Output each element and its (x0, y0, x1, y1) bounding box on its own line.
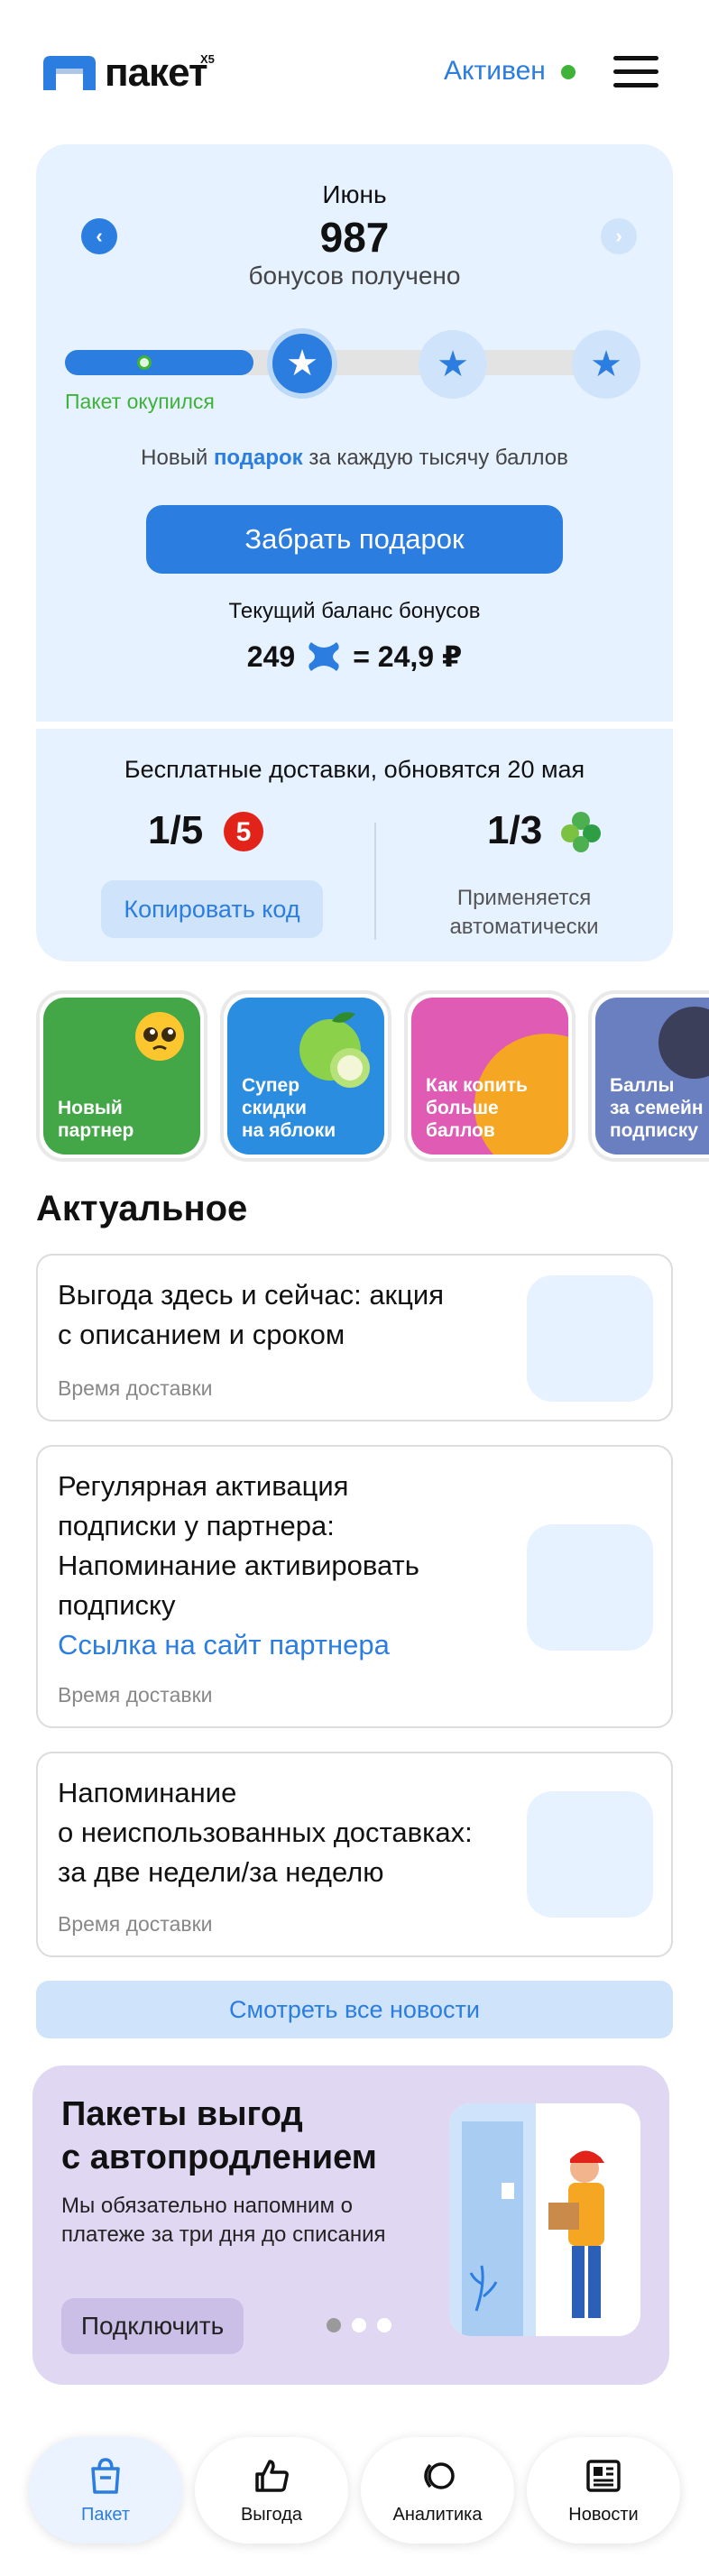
news-thumbnail (527, 1275, 653, 1402)
nav-tab-analytics[interactable]: Аналитика (361, 2437, 514, 2544)
news-card[interactable]: Регулярная активация подписки у партнера:… (36, 1445, 673, 1728)
nav-label: Аналитика (392, 2504, 483, 2525)
story-label: Супер скидки на яблоки (242, 1075, 336, 1141)
svg-text:5: 5 (236, 817, 252, 847)
story-save-more[interactable]: Как копить больше баллов (404, 990, 575, 1162)
courier-illustration (449, 2103, 640, 2336)
news-time: Время доставки (58, 1912, 213, 1936)
perekrestok-delivery: 1/3 Применяется автоматически (375, 801, 673, 954)
bottom-navigation: Пакет Выгода Аналитика Новости (29, 2437, 680, 2544)
shopping-bag-icon (91, 2457, 120, 2494)
bonus-progress-fill (65, 350, 253, 375)
perekrestok-count: 1/3 (487, 808, 543, 852)
subscription-status: Активен (444, 56, 546, 86)
story-new-partner[interactable]: Новый партнер (36, 990, 207, 1162)
status-dot-icon (561, 65, 575, 79)
gift-note-link[interactable]: подарок (214, 446, 303, 470)
claim-gift-button[interactable]: Забрать подарок (146, 505, 563, 574)
paket-logo-mark-icon (43, 56, 96, 90)
nav-label: Новости (568, 2504, 639, 2525)
story-label: Баллы за семейн подписку (610, 1075, 704, 1141)
auto-note-line1: Применяется (456, 886, 592, 910)
story-apple-discounts[interactable]: Супер скидки на яблоки (220, 990, 391, 1162)
promo-banner[interactable]: Пакеты выгод с автопродлением Мы обязател… (32, 2065, 669, 2385)
star-milestone-1-icon: ★ (267, 328, 337, 399)
app-header: пакет X5 Активен (0, 0, 709, 144)
free-delivery-card: Бесплатные доставки, обновятся 20 мая 1/… (36, 729, 673, 961)
news-time: Время доставки (58, 1683, 213, 1707)
delivery-title: Бесплатные доставки, обновятся 20 мая (124, 756, 585, 783)
logo-superscript: X5 (200, 52, 215, 66)
gift-note: Новый подарок за каждую тысячу баллов (36, 446, 673, 471)
story-label: Новый партнер (58, 1098, 134, 1141)
see-all-news-button[interactable]: Смотреть все новости (36, 1981, 673, 2038)
news-text: Регулярная активация подписки у партнера:… (58, 1467, 419, 1665)
connect-button[interactable]: Подключить (61, 2298, 244, 2354)
pagination-dot[interactable] (352, 2318, 366, 2332)
payback-milestone-dot (137, 355, 152, 370)
star-milestone-2-icon: ★ (419, 330, 487, 399)
news-card[interactable]: Напоминание о неиспользованных доставках:… (36, 1752, 673, 1957)
news-thumbnail (527, 1791, 653, 1918)
news-card[interactable]: Выгода здесь и сейчас: акция с описанием … (36, 1254, 673, 1421)
nav-tab-vygoda[interactable]: Выгода (195, 2437, 348, 2544)
app-screen: пакет X5 Активен ‹ › Июнь 987 бонусов по… (0, 0, 709, 2576)
pagination-dot[interactable] (377, 2318, 391, 2332)
nav-label: Пакет (80, 2504, 131, 2525)
story-label: Как копить больше баллов (426, 1075, 528, 1141)
news-thumbnail (527, 1524, 653, 1651)
payback-label: Пакет окупился (65, 390, 215, 413)
story-character-icon (658, 1007, 709, 1079)
perekrestok-logo-icon (561, 812, 601, 852)
newspaper-icon (586, 2459, 621, 2492)
bonus-card: ‹ › Июнь 987 бонусов получено ★ ★ ★ Паке… (36, 144, 673, 722)
star-milestone-3-icon: ★ (572, 330, 640, 399)
auto-apply-note: Применяется автоматически (375, 884, 673, 942)
stories-carousel[interactable]: Новый партнер Супер скидки на яблоки Как… (36, 990, 709, 1162)
auto-note-line2: автоматически (449, 915, 599, 939)
story-family-subscription[interactable]: Баллы за семейн подписку (588, 990, 709, 1162)
balance-rubles: = 24,9 ₽ (353, 640, 463, 673)
analytics-circles-icon (424, 2461, 455, 2489)
app-logo[interactable]: пакет (41, 51, 208, 95)
nav-tab-paket[interactable]: Пакет (29, 2437, 182, 2544)
partner-site-link[interactable]: Ссылка на сайт партнера (58, 1625, 419, 1665)
bonus-subtitle: бонусов получено (248, 262, 461, 290)
balance-row: 249 = 24,9 ₽ (36, 637, 673, 676)
promo-pagination[interactable] (327, 2318, 391, 2332)
gift-note-prefix: Новый (141, 446, 208, 470)
pleading-face-emoji-icon (135, 1012, 184, 1061)
thumbs-up-icon (255, 2459, 289, 2492)
bonus-month: Июнь (322, 180, 387, 208)
pyaterochka-count: 1/5 (148, 808, 204, 852)
story-card: Баллы за семейн подписку (595, 998, 709, 1155)
story-card: Супер скидки на яблоки (227, 998, 384, 1155)
nav-tab-news[interactable]: Новости (527, 2437, 680, 2544)
copy-code-button[interactable]: Копировать код (101, 880, 323, 938)
promo-text: Мы обязательно напомним о платеже за три… (61, 2194, 386, 2247)
news-text: Выгода здесь и сейчас: акция с описанием … (58, 1279, 444, 1350)
news-time: Время доставки (58, 1376, 213, 1400)
balance-points: 249 (246, 639, 296, 673)
hamburger-menu-icon[interactable] (613, 54, 658, 90)
pagination-dot[interactable] (327, 2318, 341, 2332)
story-card: Как копить больше баллов (411, 998, 568, 1155)
x5-bonus-icon (308, 642, 339, 671)
news-text: Напоминание о неиспользованных доставках:… (58, 1777, 473, 1888)
pyaterochka-delivery: 1/5 5 Копировать код (36, 801, 375, 954)
section-title-actual: Актуальное (36, 1189, 248, 1228)
balance-label: Текущий баланс бонусов (228, 599, 481, 623)
gift-note-suffix: за каждую тысячу баллов (308, 446, 568, 470)
pyaterochka-logo-icon: 5 (224, 812, 263, 851)
logo-text: пакет (105, 51, 208, 95)
promo-title: Пакеты выгод с автопродлением (61, 2095, 377, 2176)
bonus-count: 987 (319, 214, 390, 261)
nav-label: Выгода (240, 2504, 303, 2525)
story-card: Новый партнер (43, 998, 200, 1155)
